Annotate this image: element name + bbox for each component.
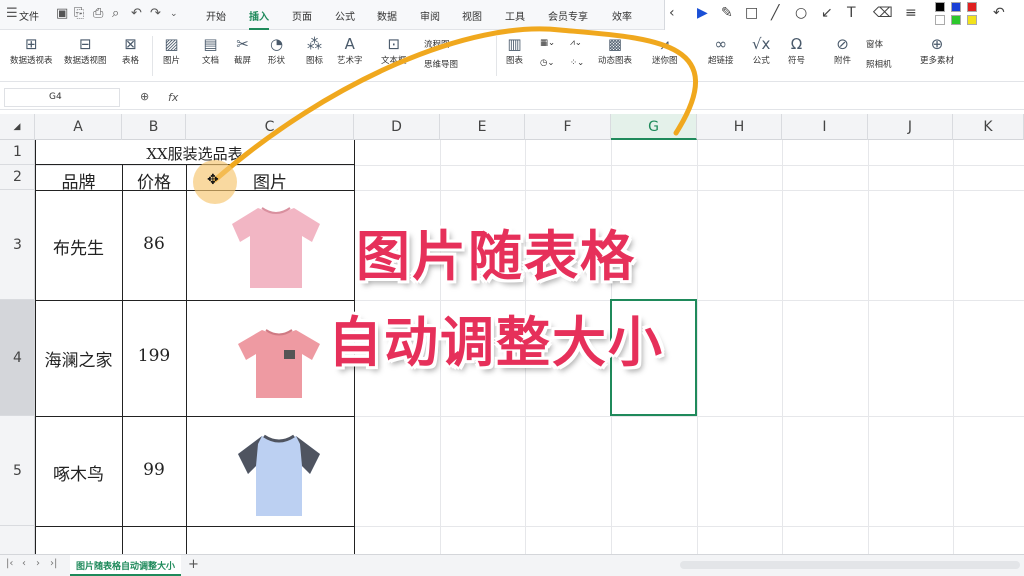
next-sheet-icon[interactable]: › bbox=[36, 558, 40, 569]
horizontal-scrollbar[interactable] bbox=[680, 561, 1020, 569]
prev-sheet-icon[interactable]: ‹ bbox=[22, 558, 26, 569]
add-sheet-button[interactable]: + bbox=[188, 557, 199, 572]
last-sheet-icon[interactable]: ›| bbox=[50, 558, 57, 569]
sheet-tab-active[interactable]: 图片随表格自动调整大小 bbox=[70, 555, 182, 576]
move-cursor-icon: ✥ bbox=[207, 172, 219, 188]
caption-line-1: 图片随表格 bbox=[356, 225, 636, 288]
annotation-curve bbox=[212, 26, 699, 183]
caption-line-2: 自动调整大小 bbox=[328, 311, 664, 374]
sheet-tab-bar: |‹ ‹ › ›| 图片随表格自动调整大小 + bbox=[0, 554, 1024, 576]
spreadsheet-window: ☰ 文件 ▣ ⎘ ⎙ ⌕ ↶ ↷ ⌄ 开始 插入 页面 公式 数据 审阅 视图 … bbox=[0, 0, 1024, 576]
first-sheet-icon[interactable]: |‹ bbox=[6, 558, 13, 569]
